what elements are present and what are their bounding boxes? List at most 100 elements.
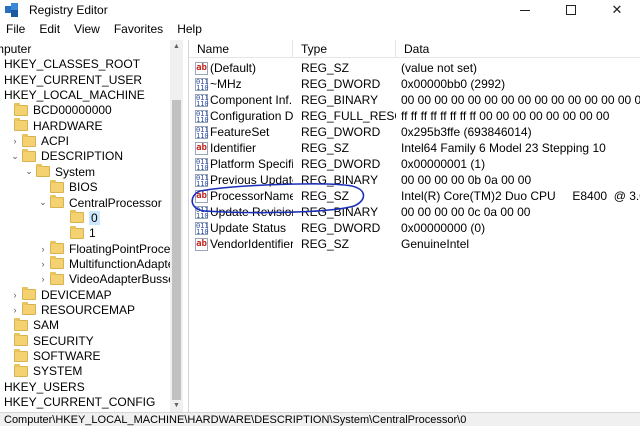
value-name: Identifier (210, 141, 257, 155)
folder-icon (22, 302, 36, 316)
collapsed-chevron-icon[interactable]: › (38, 259, 48, 269)
tree-node-label: HKEY_LOCAL_MACHINE (4, 88, 145, 103)
menu-bar: File Edit View Favorites Help (0, 20, 640, 39)
menu-help[interactable]: Help (170, 20, 209, 39)
folder-icon (22, 133, 36, 147)
collapsed-chevron-icon[interactable]: › (10, 305, 20, 315)
tree-node[interactable]: HKEY_CURRENT_USER (4, 72, 142, 88)
tree-node[interactable]: › DEVICEMAP (10, 287, 112, 303)
maximize-button[interactable] (548, 0, 594, 20)
maximize-icon (566, 5, 576, 15)
value-name: Platform Specifi... (210, 157, 293, 171)
binary-value-icon: 011 110 (195, 173, 209, 187)
expanded-chevron-icon[interactable]: ⌄ (24, 166, 34, 177)
registry-tree[interactable]: mputerHKEY_CLASSES_ROOTHKEY_CURRENT_USER… (0, 40, 183, 412)
value-type: REG_BINARY (301, 173, 379, 187)
tree-node[interactable]: mputer (0, 41, 31, 57)
menu-favorites[interactable]: Favorites (107, 20, 170, 39)
tree-node[interactable]: HKEY_USERS (4, 379, 85, 395)
tree-node[interactable]: ⌄ CentralProcessor (38, 195, 162, 211)
value-name-cell: 011 110Configuration D... (189, 109, 293, 123)
value-row[interactable]: ab (Default) REG_SZ (value not set) (189, 60, 640, 76)
tree-node[interactable]: SECURITY (2, 333, 94, 349)
value-row[interactable]: abProcessorName... REG_SZ Intel(R) Core(TM… (189, 188, 640, 204)
scroll-thumb[interactable] (172, 100, 181, 400)
collapsed-chevron-icon[interactable]: › (10, 136, 20, 146)
scroll-down-icon[interactable]: ▼ (170, 399, 183, 412)
value-row[interactable]: 011 110Configuration D... REG_FULL_RESOU.… (189, 108, 640, 124)
tree-node[interactable]: › ACPI (10, 133, 69, 149)
folder-icon (22, 148, 36, 162)
value-name: Previous Update... (210, 173, 293, 187)
expanded-chevron-icon[interactable]: ⌄ (10, 151, 20, 162)
tree-node[interactable]: BCD00000000 (2, 102, 112, 118)
tree-node-label: VideoAdapterBusses (69, 272, 181, 287)
close-button[interactable]: ✕ (594, 0, 640, 20)
column-header-data[interactable]: Data (396, 40, 640, 58)
value-type: REG_BINARY (301, 205, 379, 219)
folder-icon (14, 333, 28, 347)
collapsed-chevron-icon[interactable]: › (38, 274, 48, 284)
tree-node[interactable]: SAM (2, 317, 59, 333)
binary-value-icon: 011 110 (195, 221, 209, 235)
tree-node[interactable]: › RESOURCEMAP (10, 302, 135, 318)
value-row[interactable]: ab Identifier REG_SZ Intel64 Family 6 Model… (189, 140, 640, 156)
string-value-icon: ab (195, 189, 208, 203)
value-name-cell: 011 110Previous Update... (189, 173, 293, 187)
string-value-icon: ab (195, 61, 208, 75)
tree-node[interactable]: HKEY_CURRENT_CONFIG (4, 394, 155, 410)
collapsed-chevron-icon[interactable]: › (10, 290, 20, 300)
expanded-chevron-icon[interactable]: ⌄ (38, 197, 48, 208)
tree-node[interactable]: ⌄ DESCRIPTION (10, 148, 123, 164)
tree-node-label: BIOS (69, 180, 98, 195)
value-type: REG_SZ (301, 189, 350, 203)
folder-icon (36, 164, 50, 178)
menu-file[interactable]: File (0, 20, 32, 39)
minimize-button[interactable] (502, 0, 548, 20)
collapsed-chevron-icon[interactable]: › (38, 244, 48, 254)
tree-node[interactable]: HARDWARE (2, 118, 103, 134)
value-name: Component Inf... (210, 93, 293, 107)
tree-node[interactable]: SOFTWARE (2, 348, 101, 364)
folder-icon (50, 256, 64, 270)
value-row[interactable]: 011 110 Update Status REG_DWORD 0x00000000 … (189, 220, 640, 236)
value-row[interactable]: 011 110Previous Update... REG_BINARY 00 00… (189, 172, 640, 188)
tree-node[interactable]: SYSTEM (2, 363, 82, 379)
values-list[interactable]: Name Type Data ab (Default) REG_SZ (value n… (188, 40, 640, 412)
value-data: 0x00000bb0 (2992) (401, 77, 506, 91)
menu-view[interactable]: View (67, 20, 107, 39)
value-data: Intel(R) Core(TM)2 Duo CPU E8400 @ 3.00G… (401, 189, 640, 203)
column-header-type[interactable]: Type (293, 40, 396, 58)
tree-node[interactable]: › VideoAdapterBusses (38, 271, 181, 287)
folder-icon (22, 287, 36, 301)
value-data: 00 00 00 00 00 00 00 00 00 00 00 00 00 0… (401, 93, 640, 107)
scroll-up-icon[interactable]: ▲ (170, 40, 183, 53)
tree-node[interactable]: › MultifunctionAdapter (38, 256, 178, 272)
folder-icon (50, 271, 64, 285)
value-row[interactable]: 011 110 Update Revision REG_BINARY 00 00 00… (189, 204, 640, 220)
tree-node-label: SYSTEM (33, 364, 83, 379)
tree-scrollbar[interactable]: ▲ ▼ (170, 40, 183, 412)
value-row[interactable]: 011 110 Component Inf... REG_BINARY 00 00 0… (189, 92, 640, 108)
value-name-cell: 011 110 ~MHz (189, 77, 293, 91)
tree-node[interactable]: HKEY_LOCAL_MACHINE (4, 87, 145, 103)
value-row[interactable]: 011 110 ~MHz REG_DWORD 0x00000bb0 (2992) (189, 76, 640, 92)
tree-node[interactable]: 0 (58, 210, 100, 226)
folder-icon (70, 210, 84, 224)
tree-node[interactable]: › FloatingPointProcessor (38, 241, 182, 257)
tree-node[interactable]: 1 (58, 225, 96, 241)
tree-node[interactable]: BIOS (38, 179, 98, 195)
folder-icon (14, 317, 28, 331)
value-type: REG_SZ (301, 61, 350, 75)
tree-node-label: mputer (0, 42, 32, 56)
tree-node[interactable]: ⌄ System (24, 164, 95, 180)
folder-icon (50, 179, 64, 193)
value-row[interactable]: 011 110 FeatureSet REG_DWORD 0x295b3ffe (69… (189, 124, 640, 140)
tree-node-label: MultifunctionAdapter (69, 256, 179, 271)
column-header-name[interactable]: Name (189, 40, 293, 58)
value-row[interactable]: ab VendorIdentifier REG_SZ GenuineIntel (189, 236, 640, 252)
menu-edit[interactable]: Edit (32, 20, 67, 39)
value-row[interactable]: 011 110Platform Specifi... REG_DWORD 0x000… (189, 156, 640, 172)
value-data: GenuineIntel (401, 237, 470, 251)
tree-node[interactable]: HKEY_CLASSES_ROOT (4, 56, 140, 72)
